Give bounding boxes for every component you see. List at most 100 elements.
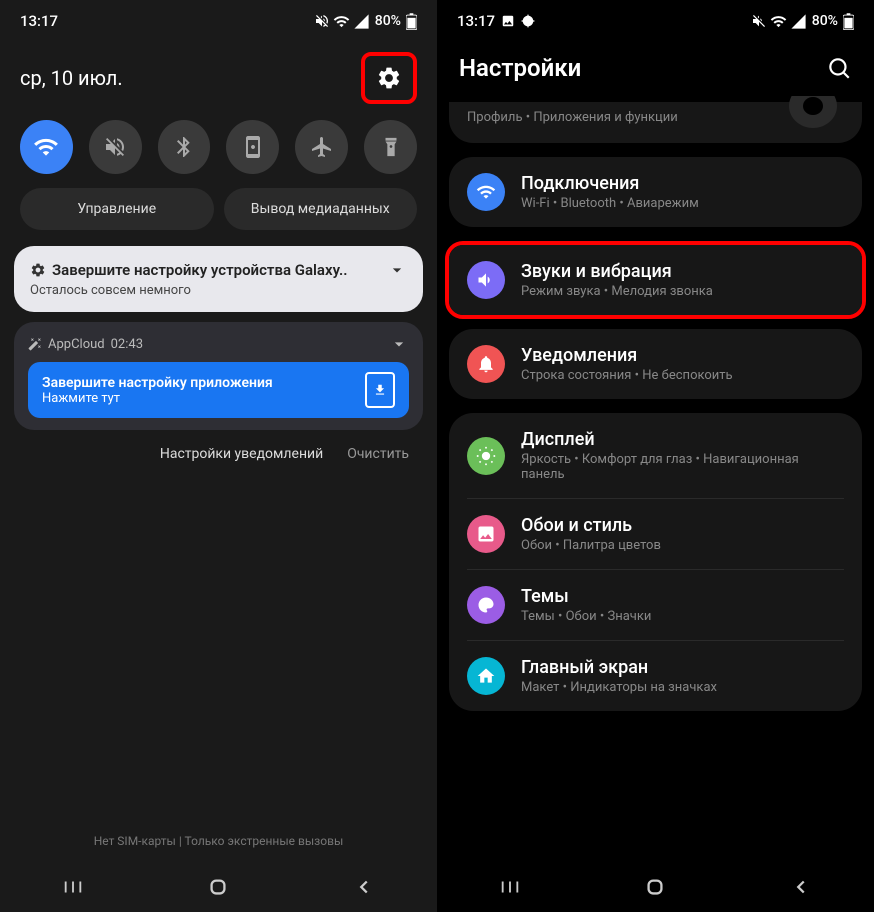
status-right: 80% bbox=[751, 13, 854, 30]
toggle-sound[interactable] bbox=[89, 120, 142, 174]
shade-date: ср, 10 июл. bbox=[20, 66, 123, 90]
sounds-highlight: Звуки и вибрация Режим звука • Мелодия з… bbox=[445, 241, 866, 319]
search-button[interactable] bbox=[826, 55, 852, 81]
signal-icon bbox=[353, 13, 370, 30]
settings-screen: 13:17 80% Настройки Профиль • Приложения… bbox=[437, 0, 874, 912]
appcloud-title: Завершите настройку приложения bbox=[42, 375, 273, 391]
themes-sub: Темы • Обои • Значки bbox=[521, 609, 651, 624]
toggle-flashlight[interactable] bbox=[364, 120, 417, 174]
toggle-wifi[interactable] bbox=[20, 120, 73, 174]
themes-icon bbox=[467, 586, 505, 624]
quick-toggles bbox=[0, 114, 437, 188]
battery-icon bbox=[843, 13, 854, 30]
connections-title: Подключения bbox=[521, 173, 699, 194]
status-bar: 13:17 80% bbox=[437, 0, 874, 38]
setup-notification[interactable]: Завершите настройку устройства Galaxy.. … bbox=[14, 246, 423, 312]
nav-back[interactable] bbox=[353, 876, 375, 898]
toggle-bluetooth[interactable] bbox=[158, 120, 211, 174]
clear-notifications-button[interactable]: Очистить bbox=[347, 446, 409, 462]
status-time: 13:17 bbox=[20, 12, 58, 30]
row-home[interactable]: Главный экран Макет • Индикаторы на знач… bbox=[449, 641, 862, 711]
flashlight-icon bbox=[380, 136, 402, 158]
sounds-sub: Режим звука • Мелодия звонка bbox=[521, 284, 713, 299]
notification-settings-link[interactable]: Настройки уведомлений bbox=[160, 446, 323, 462]
image-icon bbox=[501, 14, 515, 28]
avatar-placeholder-icon bbox=[786, 96, 840, 130]
mute-icon bbox=[751, 13, 767, 29]
device-control-button[interactable]: Управление bbox=[20, 188, 214, 230]
setup-notification-sub: Осталось совсем немного bbox=[30, 283, 407, 298]
nav-home[interactable] bbox=[207, 876, 229, 898]
nav-recents[interactable] bbox=[499, 876, 521, 898]
wifi-icon bbox=[33, 134, 59, 160]
battery-percent: 80% bbox=[375, 13, 401, 29]
gear-icon bbox=[376, 65, 402, 91]
wallpaper-sub: Обои • Палитра цветов bbox=[521, 538, 661, 553]
row-sounds[interactable]: Звуки и вибрация Режим звука • Мелодия з… bbox=[449, 245, 862, 315]
themes-title: Темы bbox=[521, 586, 651, 607]
row-notifications[interactable]: Уведомления Строка состояния • Не беспок… bbox=[449, 329, 862, 399]
chevron-down-icon[interactable] bbox=[389, 334, 409, 354]
home-icon bbox=[467, 657, 505, 695]
nav-recents[interactable] bbox=[62, 876, 84, 898]
display-sub: Яркость • Комфорт для глаз • Навигационн… bbox=[521, 452, 844, 482]
toggle-airplane[interactable] bbox=[295, 120, 348, 174]
profile-section-partial[interactable]: Профиль • Приложения и функции bbox=[449, 102, 862, 143]
status-time: 13:17 bbox=[457, 12, 495, 30]
settings-button[interactable] bbox=[376, 65, 402, 91]
status-right: 80% bbox=[314, 13, 417, 30]
gear-icon bbox=[30, 262, 46, 278]
notification-shade-screen: 13:17 80% ср, 10 июл. bbox=[0, 0, 437, 912]
sounds-title: Звуки и вибрация bbox=[521, 261, 713, 282]
settings-button-highlight bbox=[361, 52, 417, 104]
signal-icon bbox=[790, 13, 807, 30]
settings-header: Настройки bbox=[437, 38, 874, 102]
appcloud-source: AppCloud 02:43 bbox=[28, 337, 143, 352]
display-title: Дисплей bbox=[521, 429, 844, 450]
nav-bar bbox=[0, 862, 437, 912]
wand-icon bbox=[28, 337, 42, 351]
display-icon bbox=[467, 437, 505, 475]
status-icons bbox=[751, 13, 807, 30]
rotation-lock-icon bbox=[241, 135, 265, 159]
notifications-title: Уведомления bbox=[521, 345, 733, 366]
status-icons bbox=[314, 13, 370, 30]
notification-actions: Настройки уведомлений Очистить bbox=[0, 438, 437, 474]
wallpaper-title: Обои и стиль bbox=[521, 515, 661, 536]
row-wallpaper[interactable]: Обои и стиль Обои • Палитра цветов bbox=[449, 499, 862, 569]
sim-status: Нет SIM-карты | Только экстренные вызовы bbox=[0, 834, 437, 848]
nav-bar bbox=[437, 862, 874, 912]
mute-icon bbox=[314, 13, 330, 29]
wifi-icon bbox=[770, 13, 787, 30]
gear-icon bbox=[521, 14, 535, 28]
media-output-button[interactable]: Вывод медиаданных bbox=[224, 188, 418, 230]
chevron-down-icon[interactable] bbox=[387, 260, 407, 280]
connections-sub: Wi-Fi • Bluetooth • Авиарежим bbox=[521, 196, 699, 211]
notifications-sub: Строка состояния • Не беспокоить bbox=[521, 368, 733, 383]
toggle-rotation[interactable] bbox=[226, 120, 279, 174]
nav-home[interactable] bbox=[644, 876, 666, 898]
profile-sub: Профиль • Приложения и функции bbox=[467, 110, 678, 125]
row-connections[interactable]: Подключения Wi-Fi • Bluetooth • Авиарежи… bbox=[449, 157, 862, 227]
section-display-group: Дисплей Яркость • Комфорт для глаз • Нав… bbox=[449, 413, 862, 711]
wifi-icon bbox=[333, 13, 350, 30]
pill-row: Управление Вывод медиаданных bbox=[0, 188, 437, 246]
battery-percent: 80% bbox=[812, 13, 838, 29]
appcloud-sub: Нажмите тут bbox=[42, 391, 273, 406]
settings-title: Настройки bbox=[459, 54, 581, 82]
mute-icon bbox=[103, 135, 127, 159]
row-display[interactable]: Дисплей Яркость • Комфорт для глаз • Нав… bbox=[449, 413, 862, 498]
section-notifications: Уведомления Строка состояния • Не беспок… bbox=[449, 329, 862, 399]
nav-back[interactable] bbox=[790, 876, 812, 898]
home-title: Главный экран bbox=[521, 657, 717, 678]
connections-icon bbox=[467, 173, 505, 211]
download-icon bbox=[365, 372, 395, 408]
setup-notification-title: Завершите настройку устройства Galaxy.. bbox=[30, 261, 348, 279]
appcloud-action[interactable]: Завершите настройку приложения Нажмите т… bbox=[28, 362, 409, 418]
notifications-icon bbox=[467, 345, 505, 383]
battery-icon bbox=[406, 13, 417, 30]
row-themes[interactable]: Темы Темы • Обои • Значки bbox=[449, 570, 862, 640]
appcloud-notification[interactable]: AppCloud 02:43 Завершите настройку прило… bbox=[14, 322, 423, 430]
sounds-icon bbox=[467, 261, 505, 299]
shade-header: ср, 10 июл. bbox=[0, 38, 437, 114]
